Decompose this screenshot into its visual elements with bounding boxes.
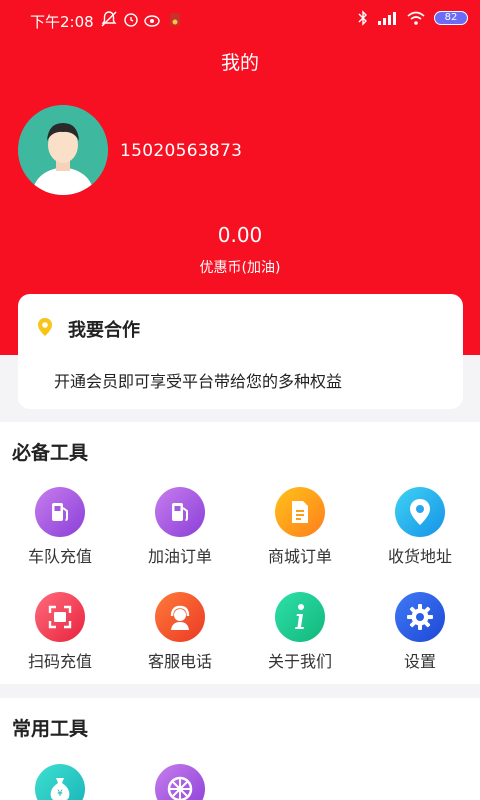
scan-icon [35,592,85,642]
tool-fuel-orders[interactable]: 加油订单 [120,487,240,567]
battery-indicator: 82 [434,11,468,25]
headset-icon [155,592,205,642]
tool-label: 扫码充值 [27,652,92,671]
tool-settings[interactable]: 设置 [360,592,480,672]
essential-tools-title: 必备工具 [12,442,89,464]
signal-icon [378,12,396,25]
tool-common-1[interactable]: ¥ [0,764,120,800]
tool-mall-orders[interactable]: 商城订单 [240,487,360,567]
tool-label: 商城订单 [267,547,332,566]
essential-tools-section: 必备工具 车队充值 加油订单 商城订单 收货地址 扫码充值 客服电话 关于我们 … [0,422,480,684]
cooperation-title: 我要合作 [68,320,140,341]
tool-shipping-address[interactable]: 收货地址 [360,487,480,567]
tool-label: 车队充值 [27,547,92,566]
common-tools-title: 常用工具 [12,718,89,740]
location-pin-icon [38,318,52,336]
status-time: 下午2:08 [30,13,94,31]
tool-label: 客服电话 [147,652,212,671]
gear-icon [395,592,445,642]
wheel-icon [155,764,205,800]
money-bag-icon: ¥ [35,764,85,800]
user-phone: 15020563873 [120,141,243,161]
wifi-icon [407,11,425,25]
coupon-value[interactable]: 0.00 [0,223,480,247]
common-tools-section: 常用工具 ¥ [0,698,480,800]
tool-label: 收货地址 [387,547,452,566]
tool-about-us[interactable]: 关于我们 [240,592,360,672]
fuel-pump-icon [35,487,85,537]
user-avatar-icon [18,105,108,195]
alarm-icon [124,13,138,27]
bell-off-icon [101,11,117,27]
tool-label: 设置 [403,652,436,671]
location-pin-icon [395,487,445,537]
cooperation-description: 开通会员即可享受平台带给您的多种权益 [54,372,343,391]
page-title: 我的 [220,52,259,74]
info-icon [275,592,325,642]
app-notification-icon [170,13,180,26]
tool-fleet-recharge[interactable]: 车队充值 [0,487,120,567]
tool-label: 加油订单 [147,547,212,566]
bluetooth-icon [358,10,367,26]
tool-scan-recharge[interactable]: 扫码充值 [0,592,120,672]
status-bar: 下午2:08 82 [0,0,480,40]
coupon-label: 优惠币(加油) [199,260,281,276]
status-right: 82 [358,10,468,26]
svg-text:¥: ¥ [57,789,63,799]
tool-label: 关于我们 [267,652,332,671]
tool-common-2[interactable] [120,764,240,800]
document-icon [275,487,325,537]
avatar[interactable] [18,105,108,195]
tool-customer-service[interactable]: 客服电话 [120,592,240,672]
weibo-icon [144,15,160,27]
fuel-pump-icon [155,487,205,537]
cooperation-card[interactable]: 我要合作 开通会员即可享受平台带给您的多种权益 [18,294,463,409]
